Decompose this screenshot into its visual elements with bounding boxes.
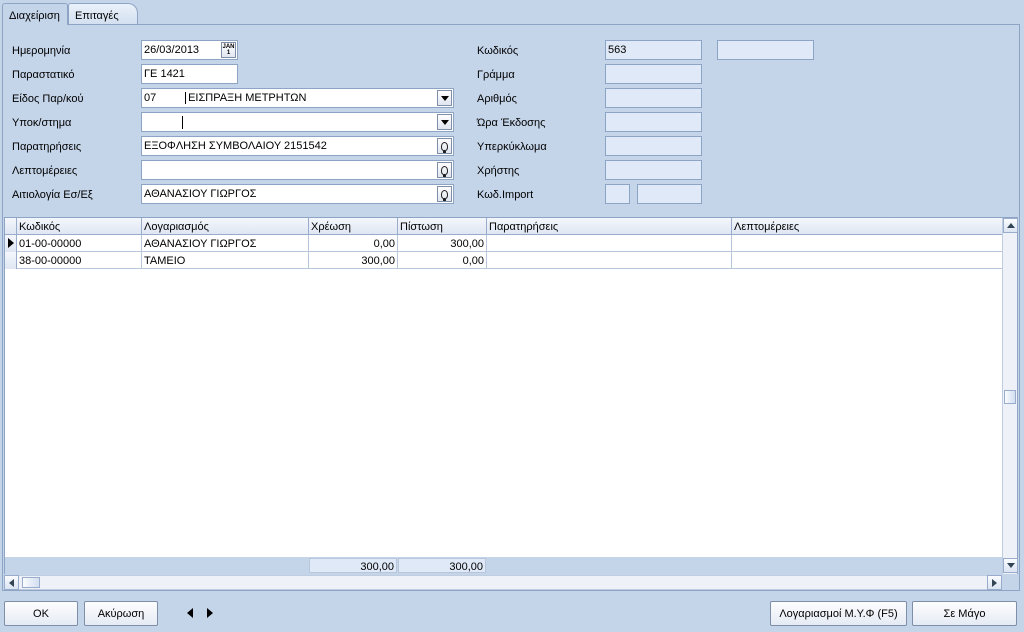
scroll-left-icon[interactable] <box>4 575 19 590</box>
details-field[interactable] <box>141 160 454 180</box>
import-code-field[interactable] <box>605 184 630 204</box>
date-field[interactable]: 26/03/2013 JAN 1 <box>141 40 238 60</box>
date-value: 26/03/2013 <box>144 44 200 56</box>
cell-details[interactable] <box>732 252 1003 269</box>
user-label: Χρήστης <box>477 165 520 177</box>
cell-code[interactable]: 38-00-00000 <box>17 252 142 269</box>
cell-details[interactable] <box>732 235 1003 252</box>
column-header-remarks[interactable]: Παρατηρήσεις <box>487 218 732 235</box>
column-header-details[interactable]: Λεπτομέρειες <box>732 218 1003 235</box>
cell-account[interactable]: ΤΑΜΕΙΟ <box>142 252 309 269</box>
cell-remarks[interactable] <box>487 252 732 269</box>
supercycle-field[interactable] <box>605 136 702 156</box>
doc-type-label: Είδος Παρ/κού <box>12 93 84 105</box>
tab-cheques[interactable]: Επιταγές <box>68 3 138 24</box>
vertical-scrollbar[interactable] <box>1002 218 1018 574</box>
row-selector[interactable] <box>5 252 17 269</box>
entries-grid[interactable]: Κωδικός Λογαριασμός Χρέωση Πίστωση Παρατ… <box>4 217 1018 574</box>
date-label: Ημερομηνία <box>12 45 71 57</box>
scroll-up-icon[interactable] <box>1003 218 1018 233</box>
issue-time-field[interactable] <box>605 112 702 132</box>
table-row[interactable]: 38-00-00000 ΤΑΜΕΙΟ 300,00 0,00 <box>5 252 1003 269</box>
column-header-code[interactable]: Κωδικός <box>17 218 142 235</box>
cell-account[interactable]: ΑΘΑΝΑΣΙΟΥ ΓΙΩΡΓΟΣ <box>142 235 309 252</box>
scroll-right-icon[interactable] <box>987 575 1002 590</box>
header-selector <box>5 218 17 235</box>
grid-footer: 300,00 300,00 <box>5 557 1003 574</box>
lightbulb-icon[interactable] <box>437 138 452 154</box>
letter-field[interactable] <box>605 64 702 84</box>
number-label: Αριθμός <box>477 93 517 105</box>
document-label: Παραστατικό <box>12 69 75 81</box>
cell-code[interactable]: 01-00-00000 <box>17 235 142 252</box>
next-arrow-icon[interactable] <box>207 608 213 618</box>
doc-type-select[interactable]: 07 ΕΙΣΠΡΑΞΗ ΜΕΤΡΗΤΩΝ <box>141 88 454 108</box>
chevron-down-icon[interactable] <box>437 114 452 130</box>
code-label: Κωδικός <box>477 45 519 57</box>
column-header-debit[interactable]: Χρέωση <box>309 218 398 235</box>
cell-credit[interactable]: 300,00 <box>398 235 487 252</box>
chevron-down-icon[interactable] <box>437 90 452 106</box>
column-header-account[interactable]: Λογαριασμός <box>142 218 309 235</box>
remarks-label: Παρατηρήσεις <box>12 141 82 153</box>
letter-label: Γράμμα <box>477 69 515 81</box>
calendar-icon[interactable]: JAN 1 <box>221 42 236 58</box>
document-field[interactable]: ΓΕ 1421 <box>141 64 238 84</box>
total-credit: 300,00 <box>398 558 486 573</box>
scroll-down-icon[interactable] <box>1003 558 1018 573</box>
lightbulb-icon[interactable] <box>437 162 452 178</box>
lightbulb-icon[interactable] <box>437 186 452 202</box>
branch-label: Υποκ/στημα <box>12 117 72 129</box>
code-extra-field[interactable] <box>717 40 814 60</box>
justification-label: Αιτιολογία Εσ/Εξ <box>12 189 93 201</box>
details-label: Λεπτομέρειες <box>12 165 78 177</box>
text-cursor <box>182 116 183 129</box>
current-row-icon <box>8 238 14 248</box>
accounts-button[interactable]: Λογαριασμοί Μ.Υ.Φ (F5) <box>770 601 907 626</box>
import-code-field-2[interactable] <box>637 184 702 204</box>
remarks-value: ΕΞΟΦΛΗΣΗ ΣΥΜΒΟΛΑΙΟΥ 2151542 <box>144 140 327 152</box>
issue-time-label: Ώρα Έκδοσης <box>477 117 546 129</box>
import-code-label: Κωδ.Import <box>477 189 534 201</box>
cancel-button[interactable]: Ακύρωση <box>84 601 158 626</box>
code-value: 563 <box>608 44 627 56</box>
user-field[interactable] <box>605 160 702 180</box>
cell-remarks[interactable] <box>487 235 732 252</box>
document-value: ΓΕ 1421 <box>144 68 185 80</box>
column-header-credit[interactable]: Πίστωση <box>398 218 487 235</box>
code-field[interactable]: 563 <box>605 40 702 60</box>
cell-credit[interactable]: 0,00 <box>398 252 487 269</box>
horizontal-scroll-thumb[interactable] <box>22 577 40 588</box>
tab-management[interactable]: Διαχείριση <box>2 3 68 25</box>
doc-type-code: 07 <box>144 92 157 104</box>
wizard-button[interactable]: Σε Μάγο <box>912 601 1017 626</box>
supercycle-label: Υπερκύκλωμα <box>477 141 547 153</box>
previous-arrow-icon[interactable] <box>187 608 193 618</box>
row-selector[interactable] <box>5 235 17 252</box>
branch-select[interactable] <box>141 112 454 132</box>
total-debit: 300,00 <box>309 558 397 573</box>
grid-header: Κωδικός Λογαριασμός Χρέωση Πίστωση Παρατ… <box>5 218 1003 235</box>
cell-debit[interactable]: 0,00 <box>309 235 398 252</box>
justification-value: ΑΘΑΝΑΣΙΟΥ ΓΙΩΡΓΟΣ <box>144 188 257 200</box>
vertical-scroll-thumb[interactable] <box>1004 390 1016 404</box>
number-field[interactable] <box>605 88 702 108</box>
table-row[interactable]: 01-00-00000 ΑΘΑΝΑΣΙΟΥ ΓΙΩΡΓΟΣ 0,00 300,0… <box>5 235 1003 252</box>
horizontal-scrollbar[interactable] <box>4 575 1002 590</box>
ok-button[interactable]: ΟΚ <box>4 601 78 626</box>
doc-type-value: ΕΙΣΠΡΑΞΗ ΜΕΤΡΗΤΩΝ <box>185 92 307 104</box>
justification-field[interactable]: ΑΘΑΝΑΣΙΟΥ ΓΙΩΡΓΟΣ <box>141 184 454 204</box>
cell-debit[interactable]: 300,00 <box>309 252 398 269</box>
remarks-field[interactable]: ΕΞΟΦΛΗΣΗ ΣΥΜΒΟΛΑΙΟΥ 2151542 <box>141 136 454 156</box>
